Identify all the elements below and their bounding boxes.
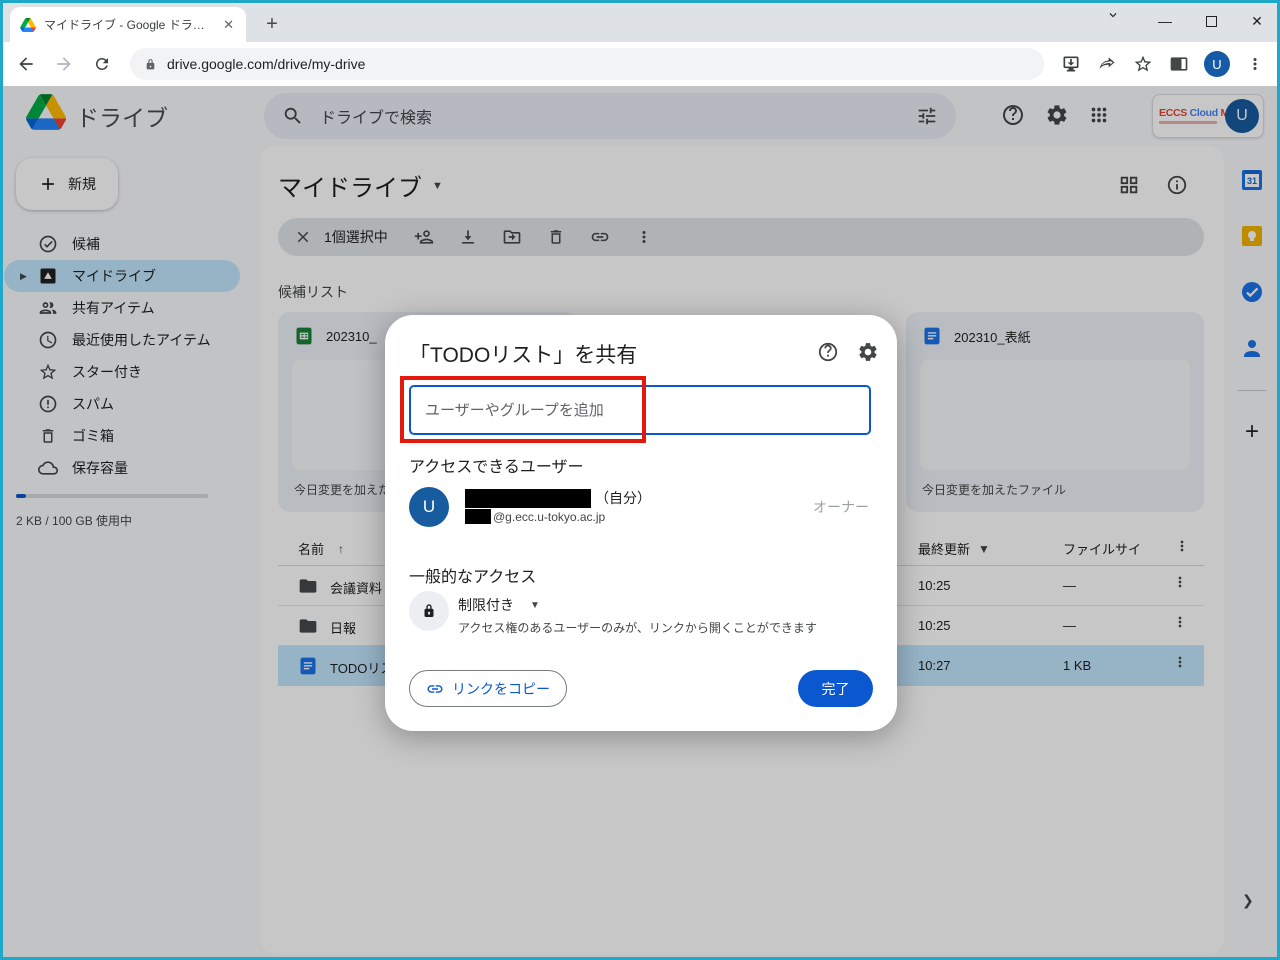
redacted-email-user: [465, 509, 491, 524]
browser-tab[interactable]: マイドライブ - Google ドライブ ✕: [10, 7, 246, 42]
back-icon[interactable]: [10, 48, 42, 80]
owner-email-domain: @g.ecc.u-tokyo.ac.jp: [493, 509, 606, 524]
restricted-dropdown-icon[interactable]: ▼: [530, 600, 540, 611]
add-people-input[interactable]: [409, 385, 871, 435]
share-dialog: 「TODOリスト」を共有 アクセスできるユーザー U （自分） @g.ecc.u…: [385, 315, 897, 731]
new-tab-button[interactable]: +: [258, 10, 286, 38]
side-panel-icon[interactable]: [1164, 49, 1194, 79]
owner-row[interactable]: U （自分） @g.ecc.u-tokyo.ac.jp オーナー: [409, 487, 873, 531]
copy-link-button[interactable]: リンクをコピー: [409, 670, 567, 707]
forward-icon[interactable]: [48, 48, 80, 80]
tab-title: マイドライブ - Google ドライブ: [44, 18, 212, 32]
site-lock-icon[interactable]: [144, 58, 157, 71]
people-with-access-heading: アクセスできるユーザー: [409, 459, 584, 476]
lock-icon: [409, 591, 449, 631]
tab-close-icon[interactable]: ✕: [219, 17, 238, 33]
screen: マイドライブ - Google ドライブ ✕ + — ✕ drive.googl…: [0, 0, 1280, 960]
owner-self-label: （自分）: [595, 490, 651, 506]
dialog-settings-icon[interactable]: [857, 341, 879, 363]
browser-tabstrip: マイドライブ - Google ドライブ ✕ + — ✕: [0, 0, 1280, 42]
owner-avatar: U: [409, 487, 449, 527]
tab-search-chevron-icon[interactable]: [1106, 8, 1120, 22]
general-access-heading: 一般的なアクセス: [409, 569, 537, 586]
owner-role-label: オーナー: [813, 499, 869, 515]
link-icon: [426, 680, 444, 698]
url-text: drive.google.com/drive/my-drive: [167, 56, 366, 72]
copy-link-label: リンクをコピー: [452, 680, 550, 697]
drive-page: ドライブ ドライブで検索 ECCS Cloud Mail U: [0, 86, 1280, 960]
restricted-label[interactable]: 制限付き: [458, 595, 514, 615]
share-page-icon[interactable]: [1092, 49, 1122, 79]
drive-favicon: [20, 17, 36, 32]
browser-addressbar: drive.google.com/drive/my-drive U: [0, 42, 1280, 86]
reload-icon[interactable]: [86, 48, 118, 80]
bookmark-star-icon[interactable]: [1128, 49, 1158, 79]
share-dialog-title: 「TODOリスト」を共有: [409, 344, 638, 367]
done-button[interactable]: 完了: [798, 670, 873, 707]
url-bar[interactable]: drive.google.com/drive/my-drive: [130, 48, 1044, 80]
dialog-help-icon[interactable]: [817, 341, 839, 363]
window-close-button[interactable]: ✕: [1234, 0, 1280, 42]
browser-profile-avatar[interactable]: U: [1204, 51, 1230, 77]
window-maximize-button[interactable]: [1188, 0, 1234, 42]
redacted-owner-name: [465, 488, 591, 508]
window-minimize-button[interactable]: —: [1142, 0, 1188, 42]
browser-menu-icon[interactable]: [1240, 49, 1270, 79]
install-app-icon[interactable]: [1056, 49, 1086, 79]
restricted-description: アクセス権のあるユーザーのみが、リンクから開くことができます: [458, 621, 817, 635]
